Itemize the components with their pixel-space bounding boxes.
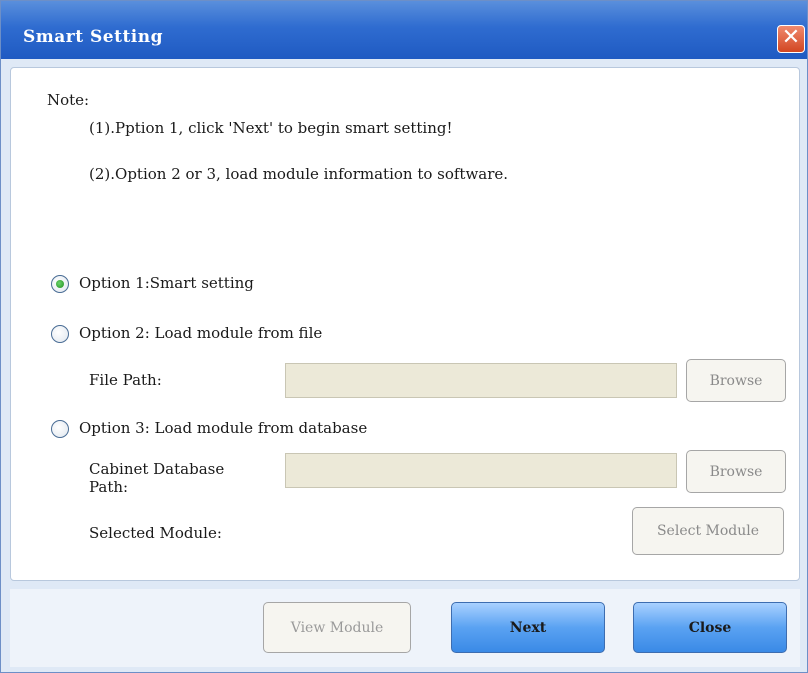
- option-3-radio[interactable]: [51, 420, 69, 438]
- selected-module-label: Selected Module:: [89, 524, 222, 542]
- cabinet-db-path-input[interactable]: [285, 453, 677, 488]
- smart-setting-dialog: Smart Setting ✕ Note: (1).Pption 1, clic…: [0, 0, 808, 673]
- cabinet-browse-button[interactable]: Browse: [686, 450, 786, 493]
- cabinet-db-label-line1: Cabinet Database: [89, 460, 225, 478]
- option-3-label[interactable]: Option 3: Load module from database: [79, 419, 367, 437]
- select-module-button[interactable]: Select Module: [632, 507, 784, 555]
- option-2-label[interactable]: Option 2: Load module from file: [79, 324, 322, 342]
- window-title: Smart Setting: [23, 27, 164, 47]
- next-button[interactable]: Next: [451, 602, 605, 653]
- note-line-1: (1).Pption 1, click 'Next' to begin smar…: [89, 119, 453, 137]
- option-1-radio[interactable]: [51, 275, 69, 293]
- close-icon[interactable]: ✕: [777, 25, 805, 53]
- cabinet-db-label-line2: Path:: [89, 478, 129, 496]
- file-path-label: File Path:: [89, 371, 162, 389]
- file-browse-button[interactable]: Browse: [686, 359, 786, 402]
- option-1-label[interactable]: Option 1:Smart setting: [79, 274, 254, 292]
- file-path-input[interactable]: [285, 363, 677, 398]
- option-2-radio[interactable]: [51, 325, 69, 343]
- title-bar[interactable]: Smart Setting ✕: [1, 1, 807, 59]
- note-label: Note:: [47, 91, 90, 109]
- close-button[interactable]: Close: [633, 602, 787, 653]
- view-module-button[interactable]: View Module: [263, 602, 411, 653]
- note-line-2: (2).Option 2 or 3, load module informati…: [89, 165, 509, 183]
